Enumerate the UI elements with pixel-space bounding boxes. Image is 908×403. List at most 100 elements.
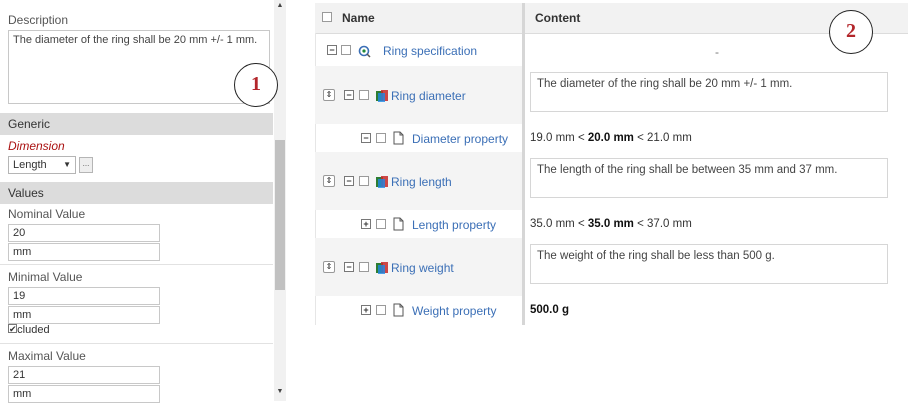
property-value: 500.0 g (530, 304, 569, 316)
name-cell: − Ring specification (315, 34, 522, 66)
dimension-value: Length (13, 159, 47, 171)
tree-header: Name Content (315, 3, 908, 34)
min-value: 19.0 mm (530, 132, 575, 144)
table-row: − Diameter property 19.0 mm < 20.0 mm < … (315, 124, 908, 152)
divider (0, 343, 273, 344)
dimension-label: Dimension (8, 139, 65, 153)
less-than-sign: < (637, 132, 644, 144)
tree-item-diameter-property[interactable]: Diameter property (412, 132, 508, 146)
nominal-value-label: Nominal Value (8, 207, 86, 221)
table-row: + Length property 35.0 mm < 35.0 mm < 37… (315, 210, 908, 238)
content-column-header[interactable]: Content (535, 11, 580, 25)
nominal-value: 20.0 mm (587, 132, 634, 144)
tree-item-length-property[interactable]: Length property (412, 218, 496, 232)
nominal-value-input[interactable]: 20 (8, 224, 160, 242)
minimal-value-label: Minimal Value (8, 270, 83, 284)
move-icon[interactable]: ⇕ (323, 175, 335, 187)
maximal-value-input[interactable]: 21 (8, 366, 160, 384)
collapse-toggle-icon[interactable]: − (361, 133, 371, 143)
checkmark-icon[interactable]: ✔ (8, 324, 17, 334)
minimal-value-input[interactable]: 19 (8, 287, 160, 305)
select-all-checkbox[interactable] (322, 12, 332, 22)
content-cell: The weight of the ring shall be less tha… (525, 238, 908, 296)
weight-value: 500.0 g (530, 304, 569, 316)
nominal-value: 35.0 mm (587, 218, 634, 230)
less-than-sign: < (577, 218, 585, 230)
included-checkbox-row[interactable]: ✔ Included (8, 324, 50, 336)
table-row: − Ring specification - (315, 34, 908, 66)
less-than-sign: < (637, 218, 644, 230)
generic-section-header[interactable]: Generic (0, 113, 273, 135)
min-value: 35.0 mm (530, 218, 575, 230)
row-checkbox[interactable] (359, 176, 369, 186)
description-label: Description (8, 13, 69, 27)
requirements-tree-table: Name Content − Ring specification - ⇕ − … (315, 3, 908, 325)
scroll-up-arrow-icon[interactable]: ▲ (274, 2, 286, 12)
expand-toggle-icon[interactable]: + (361, 219, 371, 229)
name-cell: ⇕ − Ring diameter (315, 66, 522, 124)
row-checkbox[interactable] (341, 45, 351, 55)
content-cell: 500.0 g (525, 296, 908, 325)
requirement-text[interactable]: The weight of the ring shall be less tha… (530, 244, 888, 284)
tree-item-ring-specification[interactable]: Ring specification (383, 44, 477, 58)
name-cell: + Length property (315, 210, 522, 238)
vertical-scrollbar[interactable]: ▲ ▼ (274, 0, 286, 401)
table-row: ⇕ − Ring length The length of the ring s… (315, 152, 908, 210)
requirement-icon (375, 175, 389, 191)
tree-item-weight-property[interactable]: Weight property (412, 304, 497, 318)
dropdown-arrow-icon: ▼ (63, 160, 71, 169)
collapse-toggle-icon[interactable]: − (327, 45, 337, 55)
move-icon[interactable]: ⇕ (323, 261, 335, 273)
scroll-down-arrow-icon[interactable]: ▼ (274, 388, 286, 398)
tree-item-ring-length[interactable]: Ring length (391, 175, 452, 189)
move-icon[interactable]: ⇕ (323, 89, 335, 101)
collapse-toggle-icon[interactable]: − (344, 90, 354, 100)
dimension-browse-button[interactable]: ... (79, 157, 93, 173)
dimension-select[interactable]: Length ▼ (8, 156, 76, 174)
name-cell: + Weight property (315, 296, 522, 325)
property-range: 35.0 mm < 35.0 mm < 37.0 mm (530, 218, 692, 230)
maximal-unit-input[interactable]: mm (8, 385, 160, 403)
minimal-unit-input[interactable]: mm (8, 306, 160, 324)
property-range: 19.0 mm < 20.0 mm < 21.0 mm (530, 132, 692, 144)
row-checkbox[interactable] (376, 133, 386, 143)
max-value: 21.0 mm (647, 132, 692, 144)
name-column-header[interactable]: Name (342, 11, 375, 25)
tree-item-ring-diameter[interactable]: Ring diameter (391, 89, 466, 103)
content-cell: 35.0 mm < 35.0 mm < 37.0 mm (525, 210, 908, 238)
requirement-icon (375, 261, 389, 277)
collapse-toggle-icon[interactable]: − (344, 262, 354, 272)
scrollbar-thumb[interactable] (275, 140, 285, 290)
requirement-text[interactable]: The diameter of the ring shall be 20 mm … (530, 72, 888, 112)
maximal-value-label: Maximal Value (8, 349, 86, 363)
requirement-text[interactable]: The length of the ring shall be between … (530, 158, 888, 198)
name-cell: ⇕ − Ring weight (315, 238, 522, 296)
less-than-sign: < (577, 132, 585, 144)
row-checkbox[interactable] (359, 90, 369, 100)
name-cell: − Diameter property (315, 124, 522, 152)
marker-1: 1 (234, 63, 278, 107)
row-checkbox[interactable] (376, 219, 386, 229)
nominal-unit-input[interactable]: mm (8, 243, 160, 261)
empty-content-dash: - (715, 45, 719, 59)
row-checkbox[interactable] (376, 305, 386, 315)
document-icon (393, 131, 404, 147)
expand-toggle-icon[interactable]: + (361, 305, 371, 315)
row-checkbox[interactable] (359, 262, 369, 272)
content-cell: The diameter of the ring shall be 20 mm … (525, 66, 908, 124)
requirement-icon (375, 89, 389, 105)
description-textarea[interactable]: The diameter of the ring shall be 20 mm … (8, 30, 270, 104)
collapse-toggle-icon[interactable]: − (344, 176, 354, 186)
values-section-header[interactable]: Values (0, 182, 273, 204)
content-cell: 19.0 mm < 20.0 mm < 21.0 mm (525, 124, 908, 152)
table-row: + Weight property 500.0 g (315, 296, 908, 325)
document-icon (393, 217, 404, 233)
content-cell: The length of the ring shall be between … (525, 152, 908, 210)
column-resize-handle[interactable] (522, 3, 525, 325)
divider (0, 264, 273, 265)
max-value: 37.0 mm (647, 218, 692, 230)
name-cell: ⇕ − Ring length (315, 152, 522, 210)
tree-item-ring-weight[interactable]: Ring weight (391, 261, 454, 275)
properties-content: Description The diameter of the ring sha… (0, 0, 273, 403)
marker-2: 2 (829, 10, 873, 54)
